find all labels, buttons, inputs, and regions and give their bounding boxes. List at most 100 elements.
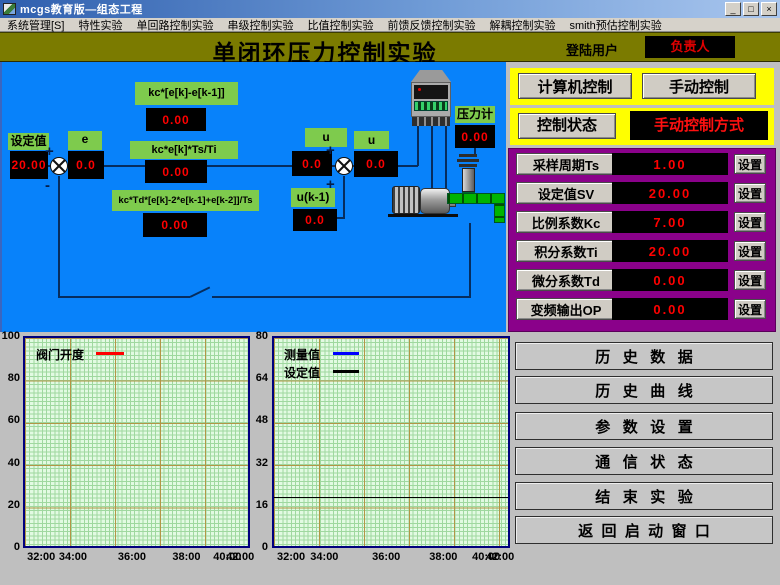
communication-status-button[interactable]: 通 信 状 态	[515, 447, 773, 475]
sum2-plus-top-sign: +	[326, 145, 335, 157]
uk1-value: 0.0	[293, 209, 337, 231]
control-status-label: 控制状态	[518, 113, 616, 139]
param-label: 微分系数Td	[516, 269, 616, 291]
login-user-value: 负责人	[645, 36, 735, 58]
legend-setpoint-value: 设定值	[284, 364, 320, 381]
param-set-button[interactable]: 设置	[734, 154, 766, 174]
x-tick: 32:00	[277, 551, 305, 563]
window-title: mcgs教育版—组态工程	[20, 1, 143, 17]
pressure-gauge-label: 压力计	[455, 106, 495, 123]
signal-wire	[58, 176, 60, 297]
formula-i-label: kc*e[k]*Ts/Ti	[130, 141, 238, 159]
restore-button[interactable]: □	[743, 2, 759, 16]
menu-system[interactable]: 系统管理[S]	[0, 17, 71, 33]
legend-valve-opening: 阀门开度	[36, 346, 84, 363]
y-tick: 60	[0, 414, 20, 426]
legend-line-blue	[333, 352, 359, 355]
history-data-button[interactable]: 历 史 数 据	[515, 342, 773, 370]
y-tick: 0	[248, 541, 268, 553]
formula-p-label: kc*[e[k]-e[k-1]]	[135, 82, 238, 105]
menu-ratio[interactable]: 比值控制实验	[300, 17, 380, 33]
param-label: 变频输出OP	[516, 298, 616, 320]
setpoint-label: 设定值	[8, 133, 49, 150]
menu-single-loop[interactable]: 单回路控制实验	[129, 17, 220, 33]
history-curve-button[interactable]: 历 史 曲 线	[515, 376, 773, 404]
y-tick: 20	[0, 499, 20, 511]
mcgs-window: mcgs教育版—组态工程 _ □ × 系统管理[S] 特性实验 单回路控制实验 …	[0, 0, 780, 585]
controller-display	[414, 101, 448, 111]
param-set-button[interactable]: 设置	[734, 270, 766, 290]
param-set-button[interactable]: 设置	[734, 299, 766, 319]
param-label: 积分系数Ti	[516, 240, 616, 262]
title-bar: mcgs教育版—组态工程 _ □ ×	[0, 0, 780, 18]
param-set-button[interactable]: 设置	[734, 212, 766, 232]
u2-value: 0.0	[354, 151, 398, 177]
u2-label: u	[354, 131, 389, 149]
menu-cascade[interactable]: 串级控制实验	[220, 17, 300, 33]
signal-wire	[337, 217, 345, 219]
return-start-window-button[interactable]: 返 回 启 动 窗 口	[515, 516, 773, 544]
param-value: 0.00	[612, 269, 728, 291]
signal-wire	[398, 165, 418, 167]
param-label: 比例系数Kc	[516, 211, 616, 233]
end-experiment-button[interactable]: 结 束 实 验	[515, 482, 773, 510]
uk1-label: u(k-1)	[291, 188, 335, 207]
x-tick: 38:00	[429, 551, 457, 563]
param-set-button[interactable]: 设置	[734, 241, 766, 261]
menu-bar: 系统管理[S] 特性实验 单回路控制实验 串级控制实验 比值控制实验 前馈反馈控…	[0, 18, 780, 32]
y-tick: 16	[248, 499, 268, 511]
formula-i-value: 0.00	[145, 160, 207, 183]
page-title: 单闭环压力控制实验	[160, 34, 490, 62]
pipe-vertical	[494, 203, 505, 223]
x-tick: 34:00	[310, 551, 338, 563]
x-tick: 36:00	[118, 551, 146, 563]
motor-body	[392, 186, 420, 214]
menu-smith[interactable]: smith预估控制实验	[562, 17, 668, 33]
valve-body	[462, 168, 475, 192]
x-tick: 36:00	[372, 551, 400, 563]
param-set-button[interactable]: 设置	[734, 183, 766, 203]
param-value: 1.00	[612, 153, 728, 175]
x-tick: 42:00	[486, 551, 514, 563]
setpoint-value: 20.00	[10, 151, 48, 179]
error-label: e	[68, 131, 102, 150]
minimize-button[interactable]: _	[725, 2, 741, 16]
valve-cap	[459, 164, 477, 167]
pump-body	[420, 188, 450, 214]
left-chart-x-axis: 32:00 34:00 36:00 38:00 40:00 42:00	[23, 551, 250, 565]
menu-decoupling[interactable]: 解耦控制实验	[482, 17, 562, 33]
y-tick: 32	[248, 457, 268, 469]
y-tick: 80	[0, 372, 20, 384]
y-tick: 0	[0, 541, 20, 553]
y-tick: 40	[0, 457, 20, 469]
summing-junction-icon	[50, 157, 68, 175]
controller-screen	[414, 85, 448, 99]
signal-wire	[469, 223, 471, 298]
parameter-settings-button[interactable]: 参 数 设 置	[515, 412, 773, 440]
pump-base	[388, 214, 458, 217]
app-icon	[3, 3, 16, 15]
x-tick: 32:00	[27, 551, 55, 563]
valve-cap	[459, 154, 477, 157]
valve-cap	[457, 159, 479, 162]
setpoint-line	[274, 497, 508, 498]
formula-p-value: 0.00	[146, 108, 206, 131]
close-button[interactable]: ×	[761, 2, 777, 16]
x-tick: 38:00	[172, 551, 200, 563]
manual-control-button[interactable]: 手动控制	[642, 73, 756, 99]
param-label: 设定值SV	[516, 182, 616, 204]
error-value: 0.0	[68, 151, 104, 179]
menu-characteristic[interactable]: 特性实验	[71, 17, 129, 33]
signal-wire	[58, 296, 190, 298]
param-value: 0.00	[612, 298, 728, 320]
y-tick: 48	[248, 414, 268, 426]
menu-feedforward[interactable]: 前馈反馈控制实验	[380, 17, 482, 33]
summing-junction-icon	[335, 157, 353, 175]
right-chart-y-axis: 80 64 48 32 16 0	[248, 330, 268, 560]
valve-opening-chart	[23, 336, 250, 548]
computer-control-button[interactable]: 计算机控制	[518, 73, 632, 99]
login-user-label: 登陆用户	[566, 40, 618, 59]
y-tick: 64	[248, 372, 268, 384]
formula-d-label: kc*Td*[e[k]-2*e[k-1]+e[k-2]]/Ts	[112, 190, 259, 211]
sum1-plus-sign: +	[45, 146, 54, 158]
